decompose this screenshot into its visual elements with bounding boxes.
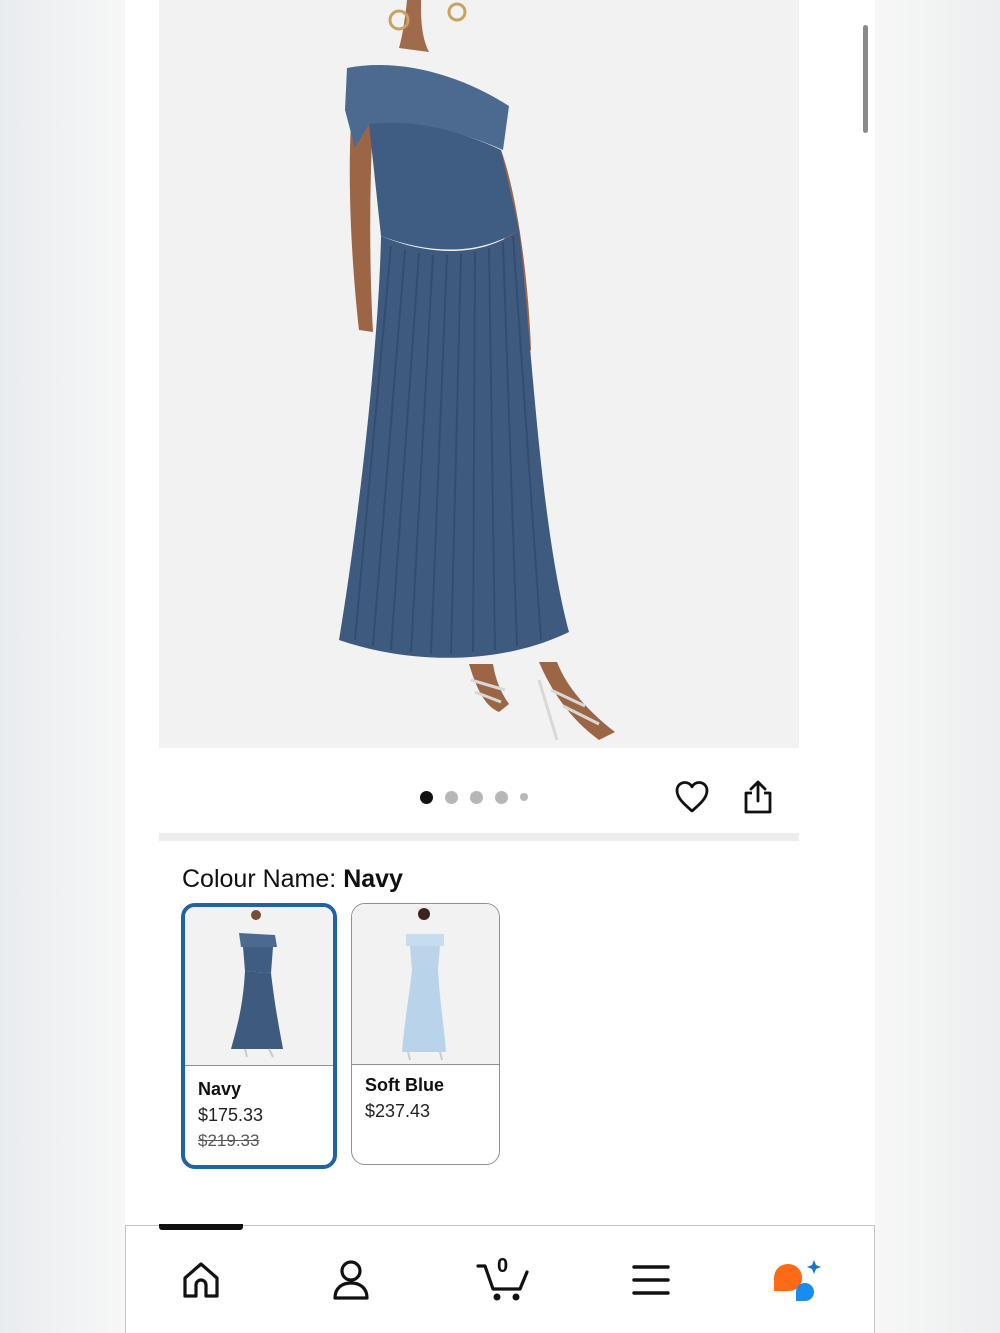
swatch-image-soft-blue <box>352 904 498 1064</box>
swatch-thumbnail <box>185 907 333 1066</box>
home-icon <box>183 1262 219 1298</box>
share-icon <box>744 780 772 814</box>
active-tab-indicator <box>159 1224 243 1230</box>
swatch-thumbnail <box>352 904 499 1065</box>
pager-dot-4[interactable] <box>495 790 508 804</box>
rufus-assistant-icon <box>774 1260 821 1301</box>
colour-name-prefix: Colour Name: <box>182 865 337 893</box>
share-button[interactable] <box>736 775 780 819</box>
bottom-nav-bar: 0 <box>125 1224 875 1333</box>
nav-assistant[interactable] <box>769 1254 825 1306</box>
colour-name-label: Colour Name: Navy <box>182 864 403 894</box>
pager-dot-1[interactable] <box>420 790 433 804</box>
nav-cart[interactable]: 0 <box>473 1254 533 1306</box>
app-screen: Colour Name: Navy Navy $175.33 $219.33 S… <box>125 0 875 1333</box>
swatch-price: $175.33 <box>198 1105 264 1125</box>
cart-count-badge: 0 <box>497 1255 509 1277</box>
pager-dot-5[interactable] <box>520 793 528 801</box>
nav-home[interactable] <box>173 1254 229 1306</box>
menu-icon <box>632 1265 670 1295</box>
scrollbar[interactable] <box>863 25 868 133</box>
background-left <box>0 0 125 1333</box>
nav-menu[interactable] <box>623 1254 679 1306</box>
add-to-list-button[interactable] <box>670 775 714 819</box>
swatch-was-price: $219.33 <box>198 1131 260 1150</box>
product-image[interactable] <box>159 0 799 748</box>
heart-icon <box>675 781 709 813</box>
nav-account[interactable] <box>323 1254 379 1306</box>
swatch-navy[interactable]: Navy $175.33 $219.33 <box>181 903 337 1169</box>
swatch-price: $237.43 <box>365 1101 431 1121</box>
image-pager[interactable] <box>420 790 528 804</box>
swatch-name: Soft Blue <box>365 1075 444 1095</box>
background-right <box>875 0 1000 1333</box>
swatch-name: Navy <box>198 1079 242 1099</box>
swatch-image-navy <box>185 907 333 1065</box>
colour-name-value: Navy <box>343 865 403 893</box>
product-photo <box>159 0 799 748</box>
account-icon <box>333 1260 369 1300</box>
pager-dot-3[interactable] <box>470 790 483 804</box>
section-divider <box>159 833 799 841</box>
swatch-soft-blue[interactable]: Soft Blue $237.43 <box>351 903 500 1165</box>
pager-dot-2[interactable] <box>445 790 458 804</box>
